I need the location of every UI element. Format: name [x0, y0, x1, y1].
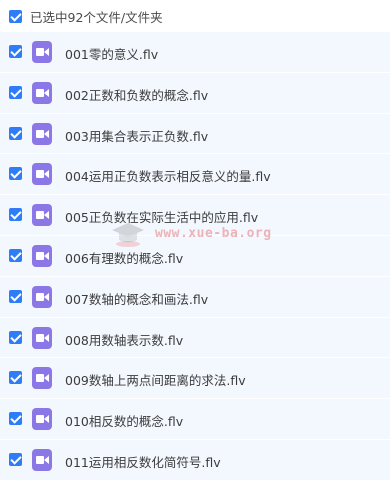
file-name[interactable]: 011运用相反数化简符号.flv: [65, 452, 221, 471]
file-name[interactable]: 001零的意义.flv: [65, 44, 158, 63]
file-checkbox[interactable]: [9, 126, 22, 140]
video-file-icon: [32, 448, 52, 471]
file-row[interactable]: 008用数轴表示数.flv: [0, 317, 390, 359]
file-name[interactable]: 008用数轴表示数.flv: [65, 330, 183, 349]
video-file-icon: [32, 285, 52, 308]
select-all-checkbox[interactable]: [9, 10, 22, 23]
video-file-icon: [32, 244, 52, 267]
video-file-icon: [32, 81, 52, 104]
video-file-icon: [32, 163, 52, 186]
file-list: 001零的意义.flv 002正数和负数的概念.flv 003用集合表示正负数.fl…: [0, 32, 390, 481]
file-checkbox[interactable]: [9, 452, 22, 466]
file-checkbox[interactable]: [9, 412, 22, 426]
file-checkbox[interactable]: [9, 330, 22, 344]
file-checkbox[interactable]: [9, 371, 22, 385]
selection-header: 已选中92个文件/文件夹: [0, 0, 390, 32]
video-file-icon: [32, 122, 52, 145]
file-name[interactable]: 002正数和负数的概念.flv: [65, 85, 208, 104]
file-row[interactable]: 011运用相反数化简符号.flv: [0, 439, 390, 481]
video-file-icon: [32, 326, 52, 349]
file-row[interactable]: 007数轴的概念和画法.flv: [0, 276, 390, 318]
file-checkbox[interactable]: [9, 167, 22, 181]
file-name[interactable]: 006有理数的概念.flv: [65, 248, 183, 267]
selection-count-label: 已选中92个文件/文件夹: [30, 10, 163, 25]
video-file-icon: [32, 408, 52, 431]
file-name[interactable]: 007数轴的概念和画法.flv: [65, 289, 208, 308]
file-checkbox[interactable]: [9, 85, 22, 99]
file-name[interactable]: 009数轴上两点间距离的求法.flv: [65, 370, 246, 389]
file-row[interactable]: 009数轴上两点间距离的求法.flv: [0, 358, 390, 400]
file-row[interactable]: 001零的意义.flv: [0, 32, 390, 73]
file-checkbox[interactable]: [9, 289, 22, 303]
file-row[interactable]: 005正负数在实际生活中的应用.flv: [0, 195, 390, 236]
file-name[interactable]: 010相反数的概念.flv: [65, 411, 183, 430]
file-name[interactable]: 004运用正负数表示相反意义的量.flv: [65, 166, 271, 185]
file-row[interactable]: 006有理数的概念.flv: [0, 235, 390, 277]
file-row[interactable]: 003用集合表示正负数.flv: [0, 113, 390, 155]
file-checkbox[interactable]: [9, 45, 22, 58]
video-file-icon: [32, 204, 52, 227]
video-file-icon: [32, 41, 52, 63]
file-row[interactable]: 004运用正负数表示相反意义的量.flv: [0, 154, 390, 196]
file-name[interactable]: 003用集合表示正负数.flv: [65, 126, 208, 145]
file-checkbox[interactable]: [9, 208, 22, 222]
file-checkbox[interactable]: [9, 248, 22, 262]
file-row[interactable]: 010相反数的概念.flv: [0, 399, 390, 440]
file-row[interactable]: 002正数和负数的概念.flv: [0, 72, 390, 114]
file-name[interactable]: 005正负数在实际生活中的应用.flv: [65, 207, 258, 226]
video-file-icon: [32, 367, 52, 390]
